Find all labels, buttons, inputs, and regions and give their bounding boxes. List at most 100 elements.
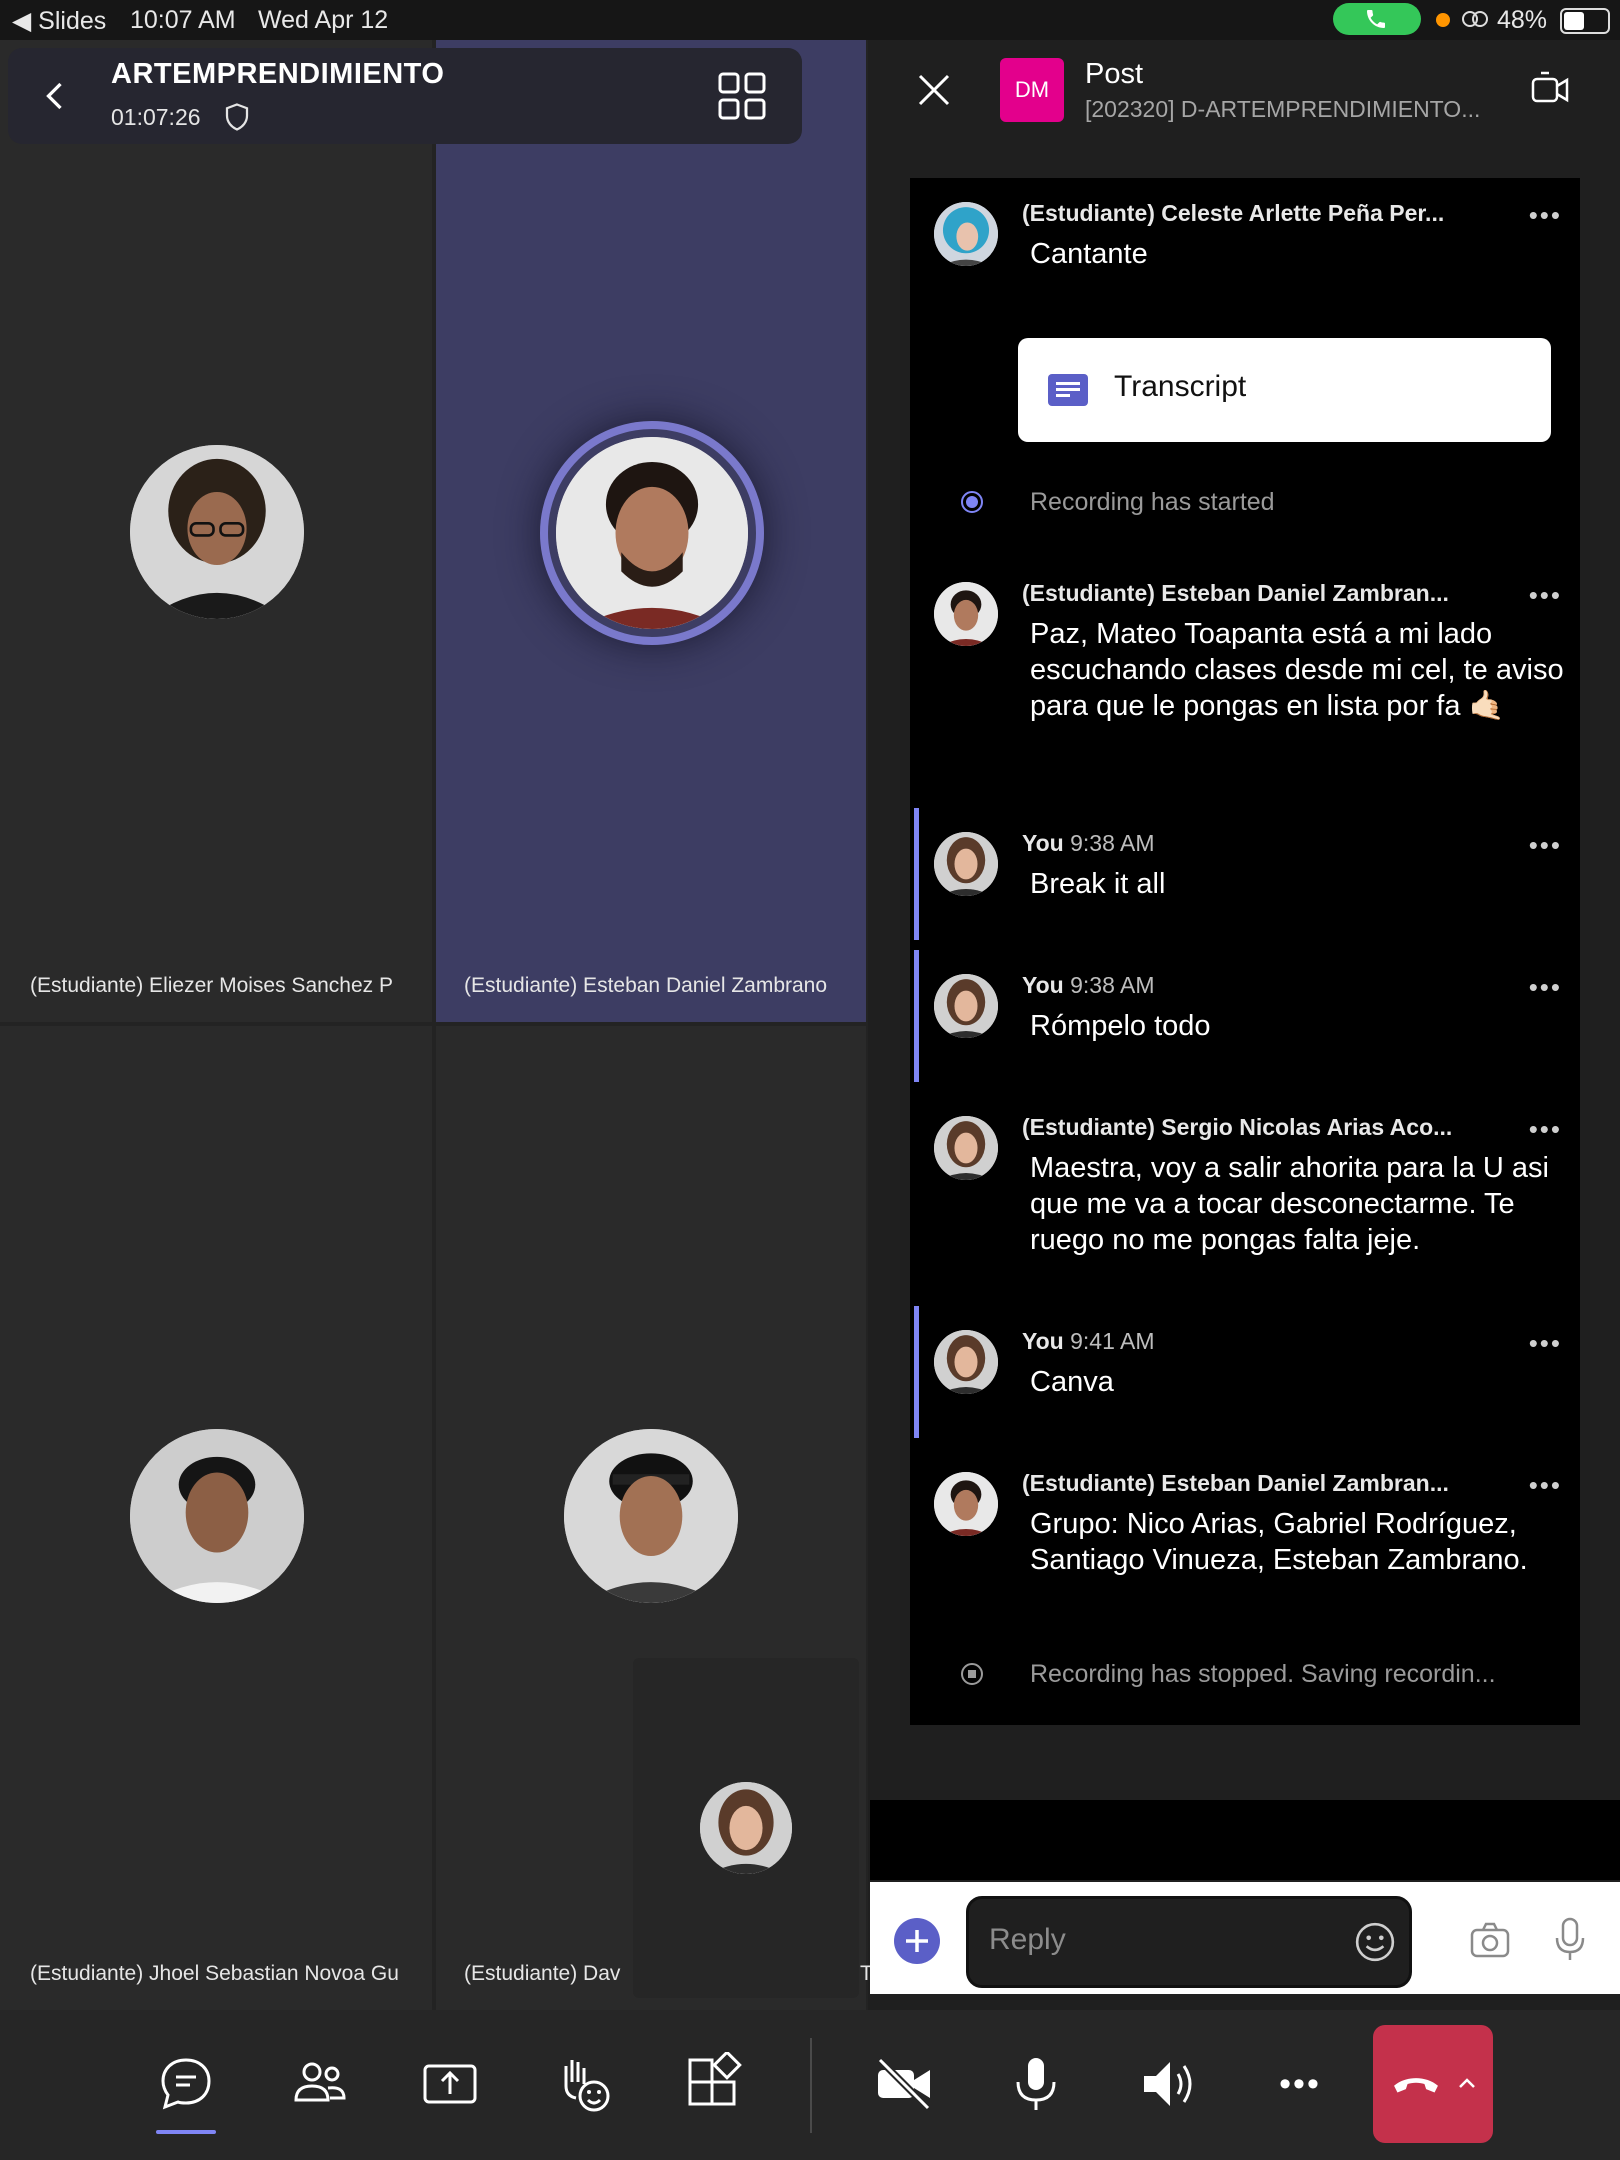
message-text: Maestra, voy a salir ahorita para la U a… xyxy=(1030,1152,1549,1256)
participant-avatar xyxy=(564,1429,738,1603)
chat-subtitle: [202320] D-ARTEMPRENDIMIENTO... xyxy=(1085,96,1481,122)
message-author: (Estudiante) Celeste Arlette Peña Per... xyxy=(1022,200,1445,226)
chat-message-own[interactable]: You 9:38 AM ••• Rómpelo todo xyxy=(910,950,1580,1082)
recording-stopped-text: Recording has stopped. Saving recordin..… xyxy=(1030,1660,1496,1688)
people-button[interactable] xyxy=(288,2052,352,2116)
message-text: Rómpelo todo xyxy=(1030,1010,1211,1042)
transcript-icon xyxy=(1048,374,1088,406)
participant-tile[interactable]: (Estudiante) Jhoel Sebastian Novoa Gu xyxy=(0,1026,432,2010)
sender-avatar xyxy=(934,582,998,646)
status-bar: ◀ Slides 10:07 AM Wed Apr 12 48% xyxy=(0,0,1620,40)
message-text: Cantante xyxy=(1030,238,1148,270)
participant-name-clipped: T xyxy=(860,1962,870,1985)
message-text: Grupo: Nico Arias, Gabriel Rodríguez, Sa… xyxy=(1030,1508,1528,1576)
chat-spacer-dark xyxy=(870,1800,1620,1880)
message-author: (Estudiante) Esteban Daniel Zambran... xyxy=(1022,1470,1449,1496)
add-attachment-button[interactable] xyxy=(894,1918,940,1964)
message-more-button[interactable]: ••• xyxy=(1529,1114,1562,1145)
active-tab-indicator xyxy=(156,2130,216,2134)
video-call-icon xyxy=(1531,71,1569,103)
message-author: You 9:38 AM xyxy=(1022,830,1155,856)
participant-tile[interactable]: (Estudiante) Eliezer Moises Sanchez P xyxy=(0,40,432,1022)
chat-message[interactable]: (Estudiante) Celeste Arlette Peña Per...… xyxy=(910,178,1580,318)
self-view-tile[interactable] xyxy=(633,1658,859,1998)
hang-up-button[interactable] xyxy=(1373,2025,1493,2143)
battery-icon xyxy=(1560,8,1610,34)
message-time: 9:41 AM xyxy=(1070,1328,1155,1354)
message-text: Canva xyxy=(1030,1366,1114,1398)
chat-button[interactable] xyxy=(154,2052,218,2116)
chevron-up-icon[interactable] xyxy=(1455,2072,1479,2096)
active-call-pill[interactable] xyxy=(1333,3,1421,35)
voice-message-button[interactable] xyxy=(1552,1916,1588,1962)
camera-toggle-button[interactable] xyxy=(872,2052,936,2116)
sender-avatar xyxy=(934,1330,998,1394)
participant-name: (Estudiante) Dav xyxy=(464,1962,621,1985)
layout-button[interactable] xyxy=(716,70,768,122)
link-icon xyxy=(1462,11,1488,27)
recording-started-text: Recording has started xyxy=(1030,488,1275,516)
chat-message[interactable]: (Estudiante) Esteban Daniel Zambran... •… xyxy=(910,558,1580,768)
reply-input[interactable]: Reply xyxy=(966,1896,1412,1988)
chat-header: DM Post [202320] D-ARTEMPRENDIMIENTO... xyxy=(870,40,1620,140)
battery-fill xyxy=(1564,12,1584,30)
hang-up-icon xyxy=(1394,2078,1438,2093)
message-author: You 9:41 AM xyxy=(1022,1328,1155,1354)
share-content-button[interactable] xyxy=(418,2052,482,2116)
message-more-button[interactable]: ••• xyxy=(1529,830,1562,861)
message-list[interactable]: (Estudiante) Celeste Arlette Peña Per...… xyxy=(910,178,1580,1725)
chat-message[interactable]: (Estudiante) Esteban Daniel Zambran... •… xyxy=(910,1448,1580,1588)
chat-message-own[interactable]: You 9:38 AM ••• Break it all xyxy=(910,808,1580,940)
message-time: 9:38 AM xyxy=(1070,972,1155,998)
chat-message[interactable]: (Estudiante) Sergio Nicolas Arias Aco...… xyxy=(910,1092,1580,1272)
camera-off-icon xyxy=(877,2057,931,2111)
sender-avatar xyxy=(934,1472,998,1536)
back-to-app-link[interactable]: ◀ Slides xyxy=(12,6,106,36)
back-button[interactable] xyxy=(38,78,74,114)
participant-avatar xyxy=(130,445,304,619)
transcript-label: Transcript xyxy=(1114,370,1247,403)
chat-message-own[interactable]: You 9:41 AM ••• Canva xyxy=(910,1306,1580,1438)
speaker-button[interactable] xyxy=(1136,2052,1200,2116)
self-avatar xyxy=(700,1782,792,1874)
transcript-card[interactable]: Transcript xyxy=(1018,338,1551,442)
participant-avatar xyxy=(130,1429,304,1603)
apps-icon xyxy=(688,2052,742,2106)
participant-name: (Estudiante) Eliezer Moises Sanchez P xyxy=(30,974,393,997)
channel-avatar: DM xyxy=(1000,58,1064,122)
participant-name: (Estudiante) Esteban Daniel Zambrano xyxy=(464,974,828,997)
message-text: Paz, Mateo Toapanta está a mi lado escuc… xyxy=(1030,618,1564,722)
more-options-button[interactable]: ••• xyxy=(1268,2052,1332,2116)
participant-tile-active-speaker[interactable]: (Estudiante) Esteban Daniel Zambrano xyxy=(436,40,866,1022)
people-icon xyxy=(294,2062,346,2102)
message-more-button[interactable]: ••• xyxy=(1529,1470,1562,1501)
recording-started-notice: Recording has started xyxy=(910,472,1580,532)
chat-icon xyxy=(161,2058,211,2110)
reactions-button[interactable] xyxy=(552,2052,616,2116)
microphone-toggle-button[interactable] xyxy=(1004,2052,1068,2116)
message-more-button[interactable]: ••• xyxy=(1529,1328,1562,1359)
camera-icon xyxy=(1470,1922,1510,1958)
close-chat-button[interactable] xyxy=(914,70,954,110)
microphone-icon xyxy=(1555,1917,1585,1960)
meeting-header: ARTEMPRENDIMIENTO 01:07:26 xyxy=(8,48,802,144)
phone-icon xyxy=(1367,10,1385,28)
grid-layout-icon xyxy=(718,72,766,120)
apps-button[interactable] xyxy=(682,2052,746,2116)
sender-avatar xyxy=(934,1116,998,1180)
shield-icon xyxy=(225,103,249,131)
emoji-icon[interactable] xyxy=(1354,1921,1396,1963)
message-author: (Estudiante) Sergio Nicolas Arias Aco... xyxy=(1022,1114,1453,1140)
sender-avatar xyxy=(934,202,998,266)
meet-now-button[interactable] xyxy=(1530,70,1570,110)
recording-icon xyxy=(961,491,983,513)
message-more-button[interactable]: ••• xyxy=(1529,972,1562,1003)
camera-button[interactable] xyxy=(1468,1918,1512,1962)
reply-placeholder: Reply xyxy=(989,1923,1066,1956)
message-more-button[interactable]: ••• xyxy=(1529,200,1562,231)
meeting-title: ARTEMPRENDIMIENTO xyxy=(111,58,445,90)
recording-stopped-icon xyxy=(961,1663,983,1685)
message-more-button[interactable]: ••• xyxy=(1529,580,1562,611)
status-date: Wed Apr 12 xyxy=(258,6,389,34)
toolbar-divider xyxy=(810,2038,812,2133)
